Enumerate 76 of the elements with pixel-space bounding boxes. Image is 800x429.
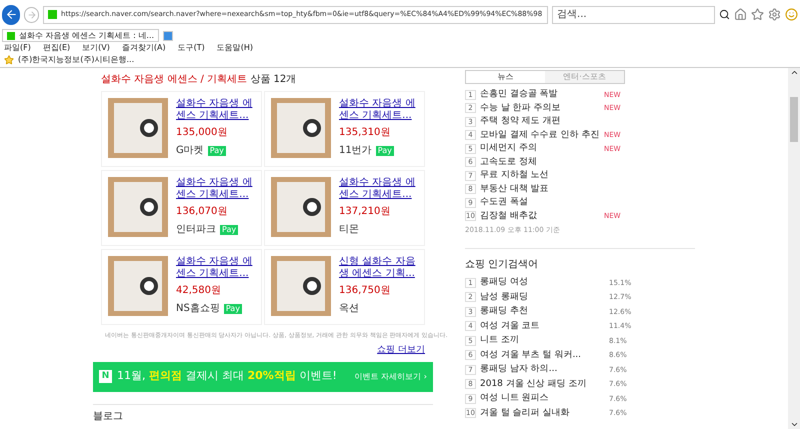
npay-badge: Pay xyxy=(224,304,242,314)
product-price: 136,070원 xyxy=(176,205,228,219)
trend-item-link[interactable]: 롱패딩 추천 xyxy=(480,305,605,318)
favorites-bar-icon xyxy=(4,55,14,66)
product-image[interactable] xyxy=(271,98,331,158)
product-price: 135,310원 xyxy=(339,126,392,140)
trends-title: 쇼핑 인기검색어 xyxy=(465,258,540,272)
product-price: 42,580원 xyxy=(176,284,222,298)
browser-tab[interactable]: 설화수 자음생 에센스 기획세트 : 네... xyxy=(2,29,160,42)
favorites-icon[interactable] xyxy=(751,8,764,22)
trend-item-link[interactable]: 여성 겨울 부츠 털 워커... xyxy=(480,348,605,362)
search-icon[interactable] xyxy=(719,9,730,20)
trend-item-link[interactable]: 롱패딩 여성 xyxy=(480,276,605,290)
product-price: 137,210원 xyxy=(339,205,392,219)
section-title: 블로그 xyxy=(93,410,124,424)
trend-item-link[interactable]: 니트 조끼 xyxy=(480,334,605,348)
menu-item[interactable]: 도구(T) xyxy=(178,42,205,54)
store-name: 옥션 xyxy=(339,302,359,316)
trend-item-link[interactable]: 여성 니트 원피스 xyxy=(480,392,605,406)
product-price: 136,750원 xyxy=(339,284,392,298)
menu-item[interactable]: 편집(E) xyxy=(42,42,70,54)
news-item-link[interactable]: 수도권 폭설 xyxy=(480,196,600,210)
store-name: 티몬 xyxy=(339,223,359,237)
news-item-link[interactable]: 미세먼지 주의 xyxy=(480,142,600,156)
more-link[interactable]: 쇼핑 더보기 xyxy=(377,344,425,358)
arrow-left-icon xyxy=(4,8,18,22)
product-image[interactable] xyxy=(108,256,168,316)
news-item-link[interactable]: 김장철 배추값 xyxy=(480,210,600,223)
menu-item[interactable]: 즐겨찾기(A) xyxy=(122,42,166,54)
product-title-link[interactable]: 신형 설화수 자음생 에센스 기획... xyxy=(339,256,418,280)
site-icon xyxy=(48,10,58,20)
menu-item[interactable]: 보기(V) xyxy=(82,42,110,54)
new-tab-icon[interactable] xyxy=(163,30,174,41)
menu-item[interactable]: 도움말(H) xyxy=(216,42,253,54)
store-name: NS홈쇼핑 xyxy=(176,302,220,316)
trend-item-link[interactable]: 여성 겨울 코트 xyxy=(480,320,605,333)
scroll-up-icon[interactable] xyxy=(790,68,798,77)
news-item-link[interactable]: 모바일 결제 수수료 인하 추진 xyxy=(480,128,600,142)
product-image[interactable] xyxy=(271,256,331,316)
product-title-link[interactable]: 설화수 자음생 에센스 기획세트... xyxy=(176,98,255,122)
settings-icon[interactable] xyxy=(768,8,781,22)
product-image[interactable] xyxy=(108,177,168,237)
product-title-link[interactable]: 설화수 자음생 에센스 기획세트... xyxy=(339,177,418,201)
product-title-link[interactable]: 설화수 자음생 에센스 기획세트... xyxy=(339,98,418,122)
banner-text: 11월, 편의점 결제시 최대 20%적립 이벤트! xyxy=(117,368,337,384)
news-item-link[interactable]: 수능 날 한파 주의보 xyxy=(480,102,600,115)
product-title-link[interactable]: 설화수 자음생 에센스 기획세트... xyxy=(176,256,255,280)
news-item-link[interactable]: 손흥민 결승골 폭발 xyxy=(480,88,600,102)
news-item-link[interactable]: 고속도로 정체 xyxy=(480,156,600,169)
npay-badge: Pay xyxy=(208,146,226,156)
trend-item-link[interactable]: 겨울 털 슬리퍼 실내화 xyxy=(480,406,605,420)
scroll-thumb[interactable] xyxy=(790,97,798,142)
store-name: 11번가 xyxy=(339,144,372,158)
product-image[interactable] xyxy=(108,98,168,158)
arrow-right-icon xyxy=(26,10,37,20)
product-image[interactable] xyxy=(271,177,331,237)
naver-logo: N xyxy=(99,370,112,383)
search-field[interactable]: 검색... xyxy=(552,6,715,24)
trend-item-link[interactable]: 남성 롱패딩 xyxy=(480,290,605,304)
npay-badge: Pay xyxy=(220,224,238,234)
back-button[interactable] xyxy=(2,4,20,25)
news-item-link[interactable]: 주택 청약 제도 개편 xyxy=(480,115,600,128)
store-name: 인터파크 xyxy=(176,223,216,237)
trend-item-link[interactable]: 롱패딩 남자 하의... xyxy=(480,363,605,376)
trend-item-link[interactable]: 2018 겨울 신상 패딩 조끼 xyxy=(480,378,605,391)
npay-badge: Pay xyxy=(376,146,394,156)
scroll-down-icon[interactable] xyxy=(790,420,798,429)
news-item-link[interactable]: 무료 지하철 노선 xyxy=(480,169,600,182)
product-price: 135,000원 xyxy=(176,126,228,140)
news-item-link[interactable]: 부동산 대책 발표 xyxy=(480,182,600,196)
product-title-link[interactable]: 설화수 자음생 에센스 기획세트... xyxy=(176,177,255,201)
menu-item[interactable]: 파일(F) xyxy=(4,42,31,54)
store-name: G마켓 xyxy=(176,144,204,158)
favorite-link[interactable]: (주)한국지능정보(주)시티은행... xyxy=(18,54,134,66)
shopping-heading: 설화수 자음생 에센스 / 기획세트 상품 12개 xyxy=(101,74,296,85)
scrollbar[interactable] xyxy=(788,68,800,429)
